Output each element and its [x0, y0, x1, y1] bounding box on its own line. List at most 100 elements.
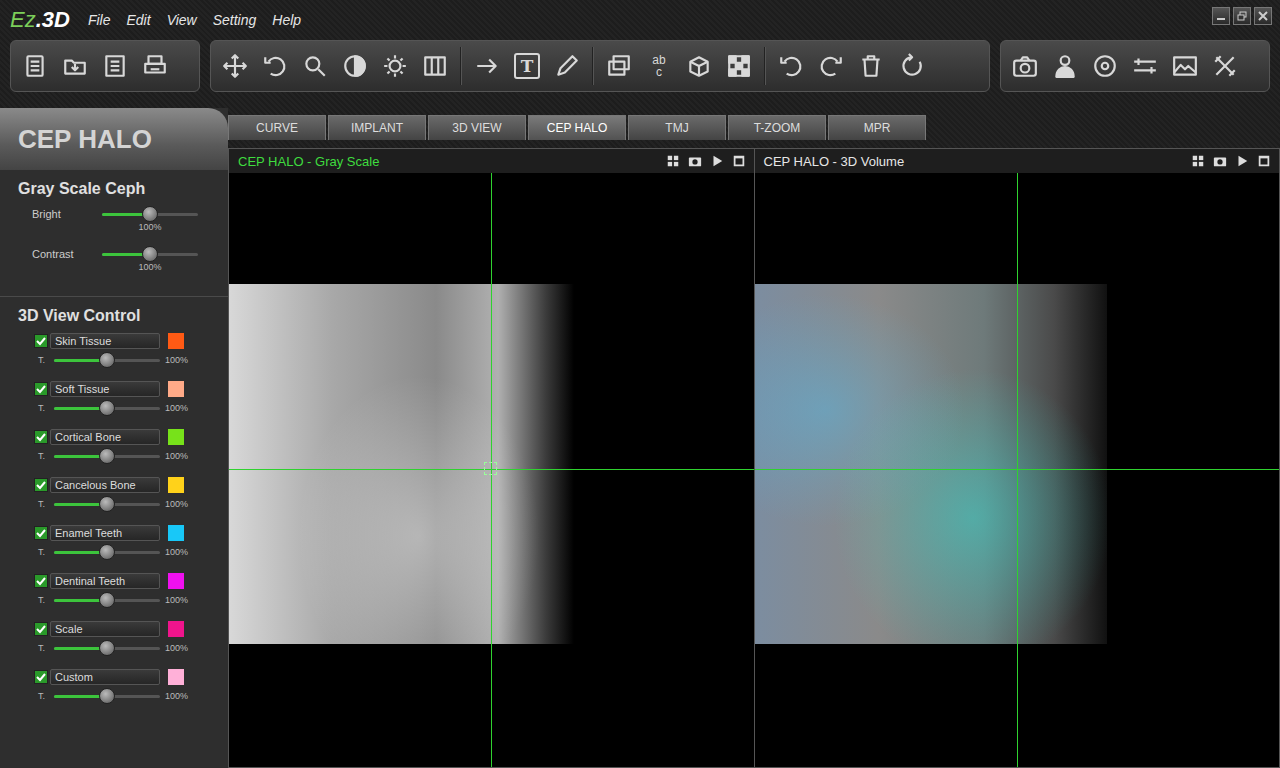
tab[interactable]: TMJ: [628, 115, 726, 140]
menu-item[interactable]: Help: [272, 12, 301, 28]
color-swatch[interactable]: [168, 381, 184, 397]
slider-thumb[interactable]: [99, 400, 115, 416]
menu-item[interactable]: Edit: [127, 12, 151, 28]
toolbar-button[interactable]: [773, 46, 809, 86]
toolbar-button[interactable]: [1167, 46, 1203, 86]
slider-thumb[interactable]: [99, 448, 115, 464]
color-swatch[interactable]: [168, 429, 184, 445]
layer-checkbox[interactable]: [34, 382, 48, 396]
toolbar-button[interactable]: [377, 46, 413, 86]
toolbar-button[interactable]: [853, 46, 889, 86]
crosshair-vertical[interactable]: [491, 173, 492, 767]
crosshair-vertical[interactable]: [1017, 173, 1018, 767]
color-swatch[interactable]: [168, 621, 184, 637]
layers-icon: [606, 53, 632, 79]
toolbar-button[interactable]: abc: [641, 46, 677, 86]
transparency-slider[interactable]: [54, 695, 160, 698]
layer-checkbox[interactable]: [34, 574, 48, 588]
color-swatch[interactable]: [168, 333, 184, 349]
viewport-header: CEP HALO - Gray Scale: [229, 149, 754, 173]
crosshair-horizontal[interactable]: [755, 469, 1280, 470]
layer-checkbox[interactable]: [34, 526, 48, 540]
toolbar-button[interactable]: [549, 46, 585, 86]
tab[interactable]: IMPLANT: [328, 115, 426, 140]
layer-checkbox[interactable]: [34, 478, 48, 492]
image-canvas[interactable]: [755, 173, 1280, 767]
layer-checkbox[interactable]: [34, 334, 48, 348]
transparency-slider[interactable]: [54, 551, 160, 554]
slider-thumb[interactable]: [142, 246, 158, 262]
toolbar-button[interactable]: [1047, 46, 1083, 86]
transparency-slider[interactable]: [54, 407, 160, 410]
person-icon: [1052, 53, 1078, 79]
transparency-slider[interactable]: [54, 503, 160, 506]
maximize-icon[interactable]: [732, 154, 746, 168]
toolbar-button[interactable]: [1207, 46, 1243, 86]
tab[interactable]: CEP HALO: [528, 115, 626, 140]
camera-icon[interactable]: [688, 154, 702, 168]
toolbar-button[interactable]: [813, 46, 849, 86]
menu-item[interactable]: File: [88, 12, 111, 28]
open-folder-icon: [62, 53, 88, 79]
transparency-slider[interactable]: [54, 599, 160, 602]
maximize-icon[interactable]: [1257, 154, 1271, 168]
tab[interactable]: 3D VIEW: [428, 115, 526, 140]
slider-thumb[interactable]: [99, 592, 115, 608]
toolbar-button[interactable]: T: [509, 46, 545, 86]
minimize-button[interactable]: [1212, 7, 1230, 25]
transparency-slider[interactable]: [54, 647, 160, 650]
toolbar-button[interactable]: [17, 46, 53, 86]
layer-checkbox[interactable]: [34, 430, 48, 444]
slider-thumb[interactable]: [99, 352, 115, 368]
toolbar-button[interactable]: [721, 46, 757, 86]
toolbar-button[interactable]: [601, 46, 637, 86]
toolbar-button[interactable]: [681, 46, 717, 86]
toolbar-button[interactable]: [1127, 46, 1163, 86]
menu-item[interactable]: View: [167, 12, 197, 28]
transparency-slider[interactable]: [54, 359, 160, 362]
toolbar-button[interactable]: [57, 46, 93, 86]
tab[interactable]: T-ZOOM: [728, 115, 826, 140]
layer-checkbox[interactable]: [34, 622, 48, 636]
slider-thumb[interactable]: [99, 688, 115, 704]
play-icon[interactable]: [710, 154, 724, 168]
toolbar-button[interactable]: [297, 46, 333, 86]
color-swatch[interactable]: [168, 573, 184, 589]
menu-item[interactable]: Setting: [213, 12, 257, 28]
slider-thumb[interactable]: [142, 206, 158, 222]
camera-icon[interactable]: [1213, 154, 1227, 168]
color-swatch[interactable]: [168, 669, 184, 685]
crosshair-horizontal[interactable]: [229, 469, 754, 470]
grid-icon[interactable]: [666, 154, 680, 168]
slider-thumb[interactable]: [99, 640, 115, 656]
slider-thumb[interactable]: [99, 544, 115, 560]
grid-icon[interactable]: [1191, 154, 1205, 168]
layer-checkbox[interactable]: [34, 670, 48, 684]
slider-label: T.: [34, 547, 54, 557]
toolbar-button[interactable]: [417, 46, 453, 86]
crosshair-center[interactable]: [484, 462, 497, 475]
restore-button[interactable]: [1233, 7, 1251, 25]
slider[interactable]: [102, 253, 198, 256]
toolbar-button[interactable]: [1087, 46, 1123, 86]
tab[interactable]: CURVE: [228, 115, 326, 140]
toolbar-button[interactable]: [893, 46, 929, 86]
color-swatch[interactable]: [168, 525, 184, 541]
slider[interactable]: [102, 213, 198, 216]
slider-reading: 100%: [165, 451, 188, 461]
close-button[interactable]: [1254, 7, 1272, 25]
toolbar-button[interactable]: [137, 46, 173, 86]
image-canvas[interactable]: [229, 173, 754, 767]
slider-thumb[interactable]: [99, 496, 115, 512]
toolbar-button[interactable]: [469, 46, 505, 86]
transparency-slider[interactable]: [54, 455, 160, 458]
toolbar-button[interactable]: [1007, 46, 1043, 86]
tab[interactable]: MPR: [828, 115, 926, 140]
toolbar-button[interactable]: [97, 46, 133, 86]
color-swatch[interactable]: [168, 477, 184, 493]
checker-icon: [726, 53, 752, 79]
toolbar-button[interactable]: [257, 46, 293, 86]
play-icon[interactable]: [1235, 154, 1249, 168]
toolbar-button[interactable]: [217, 46, 253, 86]
toolbar-button[interactable]: [337, 46, 373, 86]
